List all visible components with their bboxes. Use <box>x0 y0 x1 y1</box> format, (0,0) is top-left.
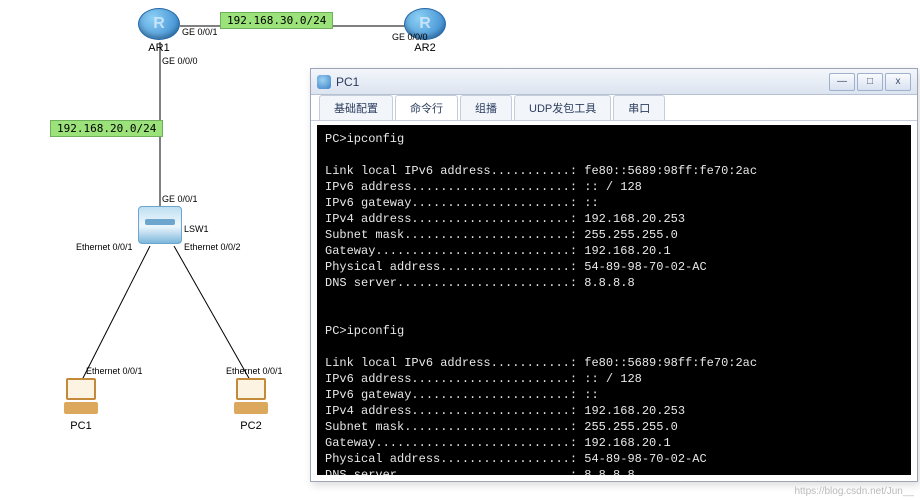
terminal-output[interactable]: PC>ipconfig Link local IPv6 address.....… <box>317 125 911 475</box>
device-label-lsw1: LSW1 <box>184 224 209 234</box>
tab-udp-tool[interactable]: UDP发包工具 <box>514 95 611 120</box>
port-label-ar1-g000: GE 0/0/0 <box>162 56 198 66</box>
device-label: AR2 <box>404 42 446 54</box>
tab-basic-config[interactable]: 基础配置 <box>319 95 393 120</box>
minimize-button[interactable]: — <box>829 73 855 91</box>
device-label: AR1 <box>138 42 180 54</box>
port-label-pc1-e001: Ethernet 0/0/1 <box>86 366 143 376</box>
app-icon <box>317 75 331 89</box>
device-ar2[interactable]: AR2 <box>404 8 446 54</box>
port-label-ar2-g000: GE 0/0/0 <box>392 32 428 42</box>
port-label-lsw1-g001: GE 0/0/1 <box>162 194 198 204</box>
network-badge-20: 192.168.20.0/24 <box>50 120 163 137</box>
router-icon <box>138 8 180 40</box>
pc-icon <box>232 378 270 418</box>
device-pc2[interactable]: PC2 <box>232 378 270 432</box>
device-label: PC2 <box>232 420 270 432</box>
tab-cli[interactable]: 命令行 <box>395 95 458 120</box>
device-label: PC1 <box>62 420 100 432</box>
device-lsw1[interactable] <box>138 206 182 244</box>
switch-icon <box>138 206 182 244</box>
pc1-window[interactable]: PC1 — □ x 基础配置 命令行 组播 UDP发包工具 串口 PC>ipco… <box>310 68 918 482</box>
device-ar1[interactable]: AR1 <box>138 8 180 54</box>
window-title: PC1 <box>336 75 359 89</box>
port-label-pc2-e001: Ethernet 0/0/1 <box>226 366 283 376</box>
pc-icon <box>62 378 100 418</box>
device-pc1[interactable]: PC1 <box>62 378 100 432</box>
tab-bar: 基础配置 命令行 组播 UDP发包工具 串口 <box>311 95 917 121</box>
window-titlebar[interactable]: PC1 — □ x <box>311 69 917 95</box>
maximize-button[interactable]: □ <box>857 73 883 91</box>
tab-serial[interactable]: 串口 <box>613 95 665 120</box>
close-button[interactable]: x <box>885 73 911 91</box>
watermark: https://blog.csdn.net/Jun__ <box>794 486 914 497</box>
tab-multicast[interactable]: 组播 <box>460 95 512 120</box>
port-label-lsw1-e002: Ethernet 0/0/2 <box>184 242 241 252</box>
network-badge-30: 192.168.30.0/24 <box>220 12 333 29</box>
port-label-lsw1-e001: Ethernet 0/0/1 <box>76 242 133 252</box>
port-label-ar1-g001: GE 0/0/1 <box>182 27 218 37</box>
